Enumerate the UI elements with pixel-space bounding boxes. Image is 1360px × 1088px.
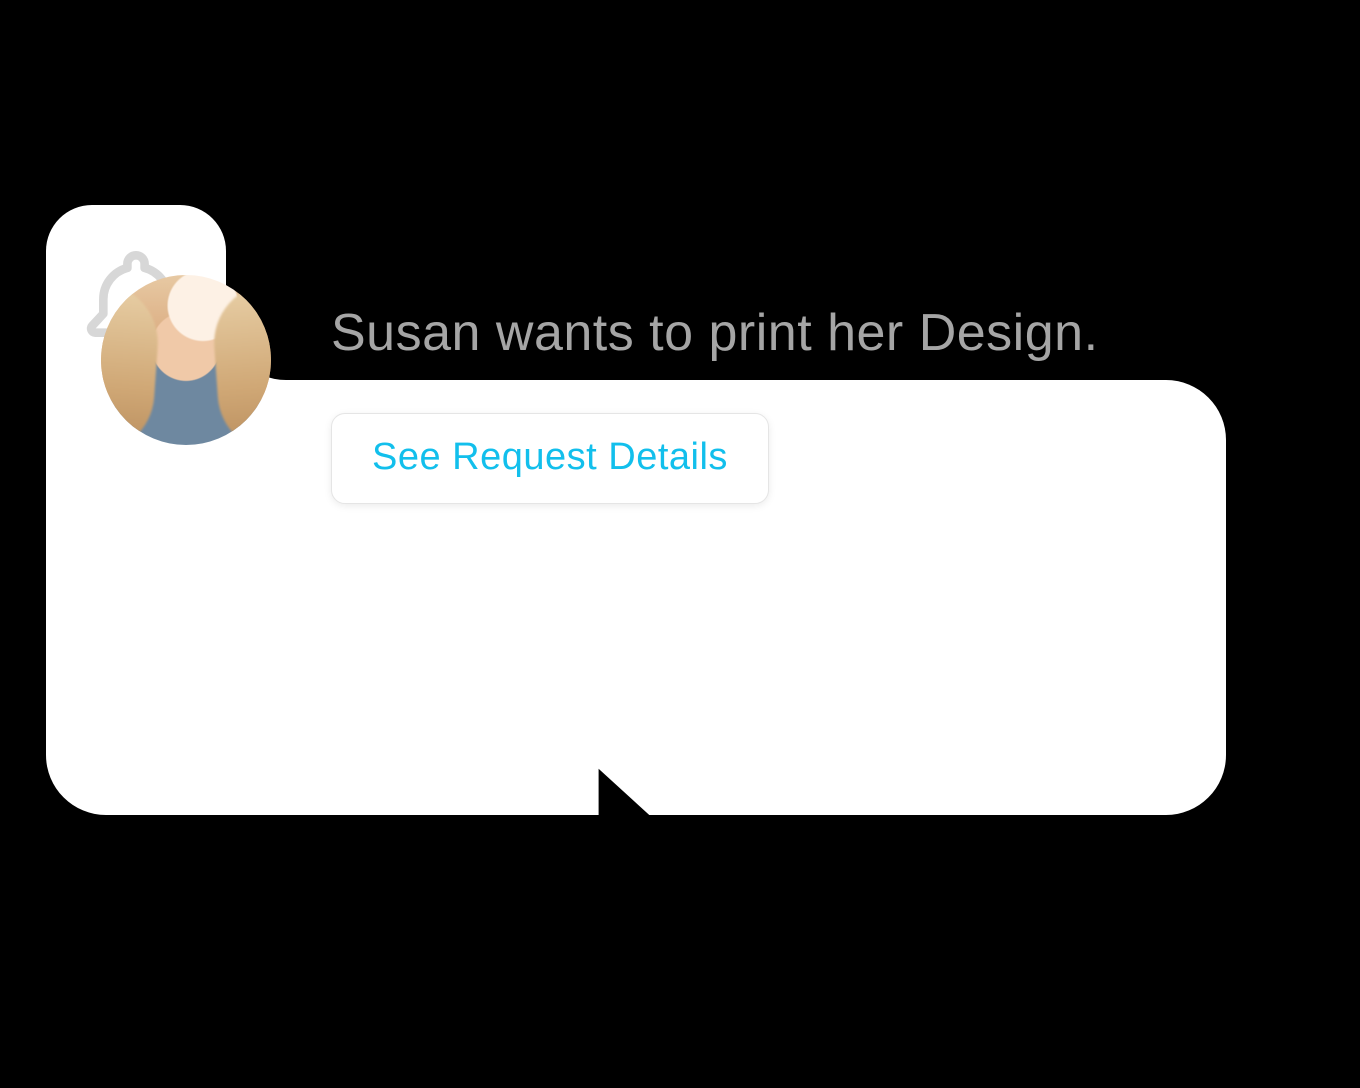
notification-text-column: Susan wants to print her Design. See Req… (331, 275, 1099, 504)
notification-content: Susan wants to print her Design. See Req… (101, 275, 1186, 504)
avatar (101, 275, 271, 445)
notification-message: Susan wants to print her Design. (331, 303, 1099, 363)
notification-card: 1 Susan wants to print her Design. See R… (46, 205, 1226, 815)
see-request-details-button[interactable]: See Request Details (331, 413, 769, 504)
